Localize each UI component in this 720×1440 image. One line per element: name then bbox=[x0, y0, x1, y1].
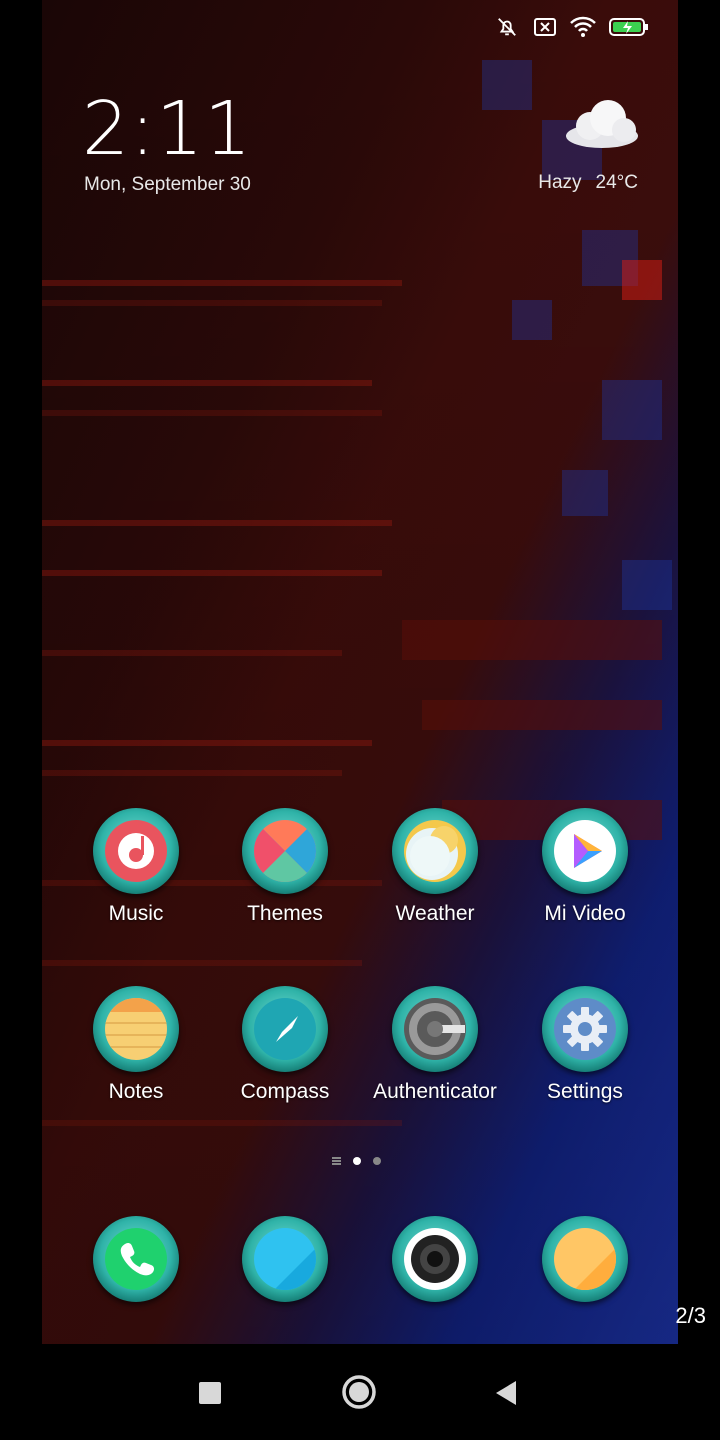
app-weather[interactable]: Weather bbox=[360, 808, 510, 926]
dock-messaging[interactable] bbox=[210, 1216, 360, 1302]
dock-phone[interactable] bbox=[61, 1216, 211, 1302]
browser-icon bbox=[554, 1228, 616, 1290]
notes-icon bbox=[105, 998, 167, 1060]
page-indicator: 2/3 bbox=[675, 1303, 706, 1328]
navigation-bar bbox=[0, 1344, 720, 1440]
app-compass[interactable]: Compass bbox=[210, 986, 360, 1104]
weather-app-icon bbox=[404, 820, 466, 882]
app-label: Settings bbox=[547, 1080, 623, 1103]
cloud-icon[interactable] bbox=[562, 98, 640, 150]
app-themes[interactable]: Themes bbox=[210, 808, 360, 926]
app-label: Compass bbox=[240, 1080, 330, 1103]
app-authenticator[interactable]: Authenticator bbox=[360, 986, 510, 1104]
clock-time[interactable]: 2:11 bbox=[82, 92, 252, 166]
wallpaper bbox=[42, 0, 678, 1344]
messaging-icon bbox=[254, 1228, 316, 1290]
compass-icon bbox=[254, 998, 316, 1060]
authenticator-icon bbox=[404, 998, 466, 1060]
app-label: Mi Video bbox=[544, 902, 626, 925]
recents-button[interactable] bbox=[198, 1381, 222, 1410]
dock-browser[interactable] bbox=[510, 1216, 660, 1302]
wifi-icon bbox=[570, 14, 596, 40]
back-button[interactable] bbox=[494, 1379, 518, 1412]
app-mi-video[interactable]: Mi Video bbox=[510, 808, 660, 926]
home-button[interactable] bbox=[341, 1374, 377, 1415]
weather-condition: Hazy bbox=[538, 172, 582, 193]
page-dot bbox=[373, 1157, 381, 1165]
app-label: Themes bbox=[247, 902, 323, 925]
app-settings[interactable]: Settings bbox=[510, 986, 660, 1104]
music-icon bbox=[105, 820, 167, 882]
app-label: Notes bbox=[108, 1080, 164, 1103]
clock-date[interactable]: Mon, September 30 bbox=[84, 174, 251, 196]
alarm-off-icon bbox=[494, 14, 520, 40]
app-label: Weather bbox=[395, 902, 475, 925]
settings-gear-icon bbox=[554, 998, 616, 1060]
themes-icon bbox=[254, 820, 316, 882]
no-sim-icon bbox=[532, 14, 558, 40]
app-label: Music bbox=[108, 902, 164, 925]
phone-icon bbox=[105, 1228, 167, 1290]
weather-widget[interactable]: Hazy 24°C bbox=[538, 172, 638, 194]
page-dot-active bbox=[353, 1157, 361, 1165]
battery-charging-icon bbox=[608, 14, 650, 40]
camera-icon bbox=[404, 1228, 466, 1290]
page-dots[interactable] bbox=[332, 1157, 381, 1165]
app-notes[interactable]: Notes bbox=[61, 986, 211, 1104]
video-play-icon bbox=[554, 820, 616, 882]
app-music[interactable]: Music bbox=[61, 808, 211, 926]
app-label: Authenticator bbox=[373, 1080, 497, 1103]
weather-temperature: 24°C bbox=[595, 172, 638, 193]
dock-camera[interactable] bbox=[360, 1216, 510, 1302]
app-list-page-icon bbox=[332, 1157, 341, 1165]
status-bar bbox=[494, 14, 650, 40]
